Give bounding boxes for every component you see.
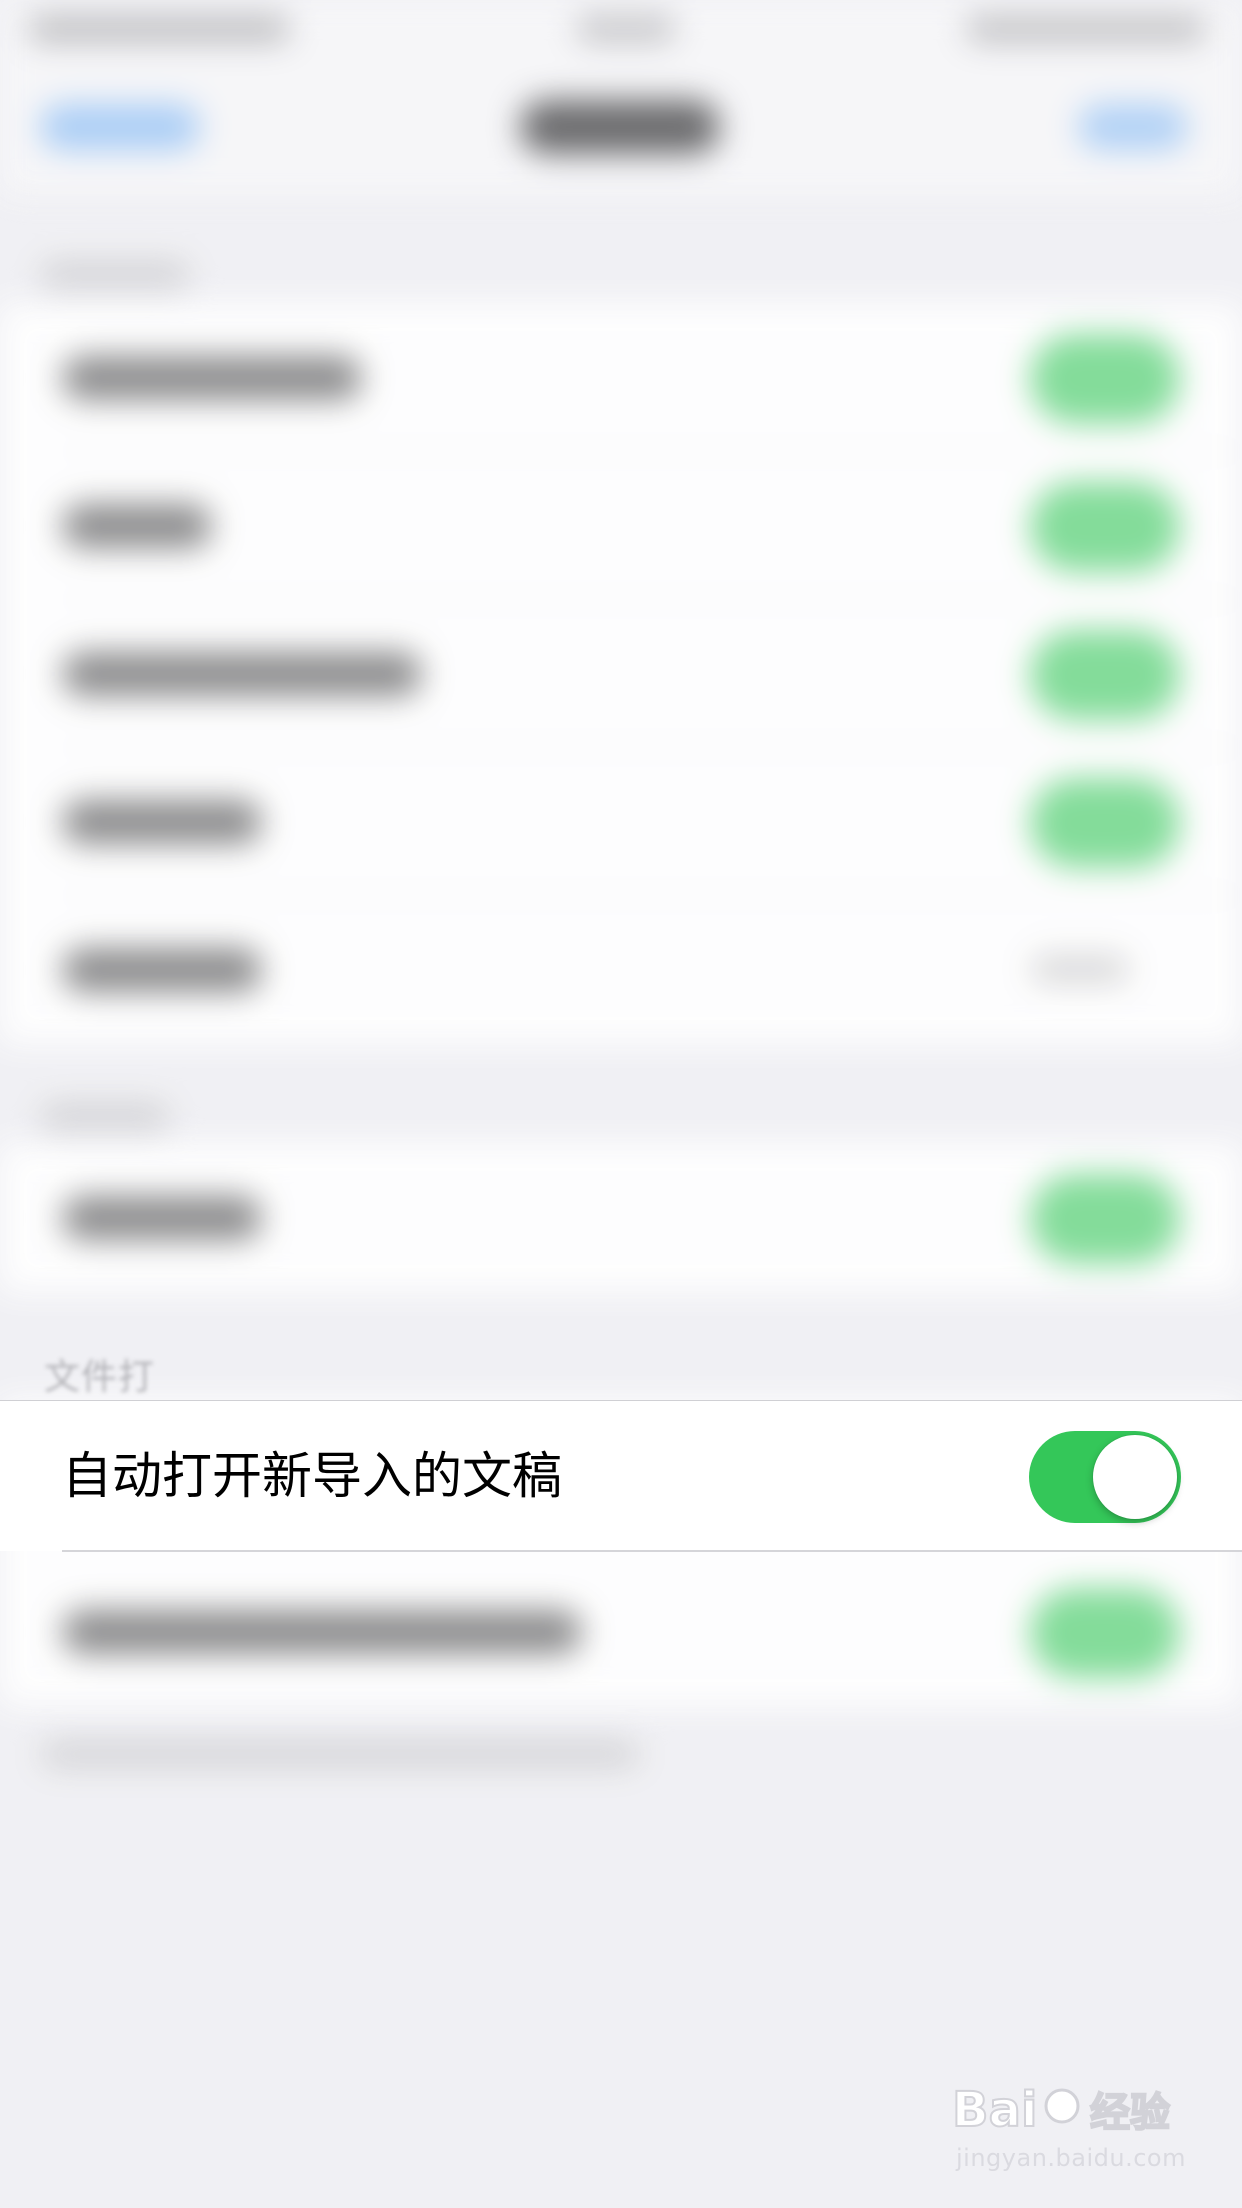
row-label	[62, 948, 262, 992]
status-bar-battery	[966, 16, 1206, 42]
toggle-switch[interactable]	[1030, 1588, 1180, 1678]
watermark-url: jingyan.baidu.com	[956, 2144, 1186, 2172]
done-button[interactable]	[1078, 104, 1188, 150]
section-header	[40, 1104, 170, 1130]
row-label	[62, 652, 422, 696]
settings-row[interactable]	[0, 600, 1242, 748]
settings-row[interactable]	[0, 896, 1242, 1044]
toggle-switch[interactable]	[1030, 482, 1180, 572]
navigation-bar	[0, 60, 1242, 197]
auto-open-imported-label: 自动打开新导入的文稿	[62, 1447, 562, 1505]
section-header-file: 文件打	[44, 1357, 156, 1396]
toggle-knob	[1093, 1435, 1177, 1519]
section-header	[40, 262, 190, 288]
row-label	[62, 1196, 262, 1240]
blurred-background	[0, 0, 1242, 2208]
settings-row[interactable]	[0, 748, 1242, 896]
toggle-switch[interactable]	[1030, 1174, 1180, 1264]
toggle-switch[interactable]	[1030, 630, 1180, 720]
auto-open-imported-row[interactable]: 自动打开新导入的文稿	[0, 1400, 1242, 1552]
section-footnote	[40, 1740, 640, 1768]
nav-title	[520, 100, 720, 154]
row-value	[1030, 954, 1130, 984]
row-label	[62, 1610, 582, 1654]
status-bar-time	[576, 16, 676, 42]
settings-row[interactable]	[0, 1558, 1242, 1706]
toggle-switch[interactable]	[1030, 778, 1180, 868]
status-bar-carrier	[28, 16, 290, 42]
settings-screen: 文件打 自动打开新导入的文稿 Bai 经验 jingyan.baidu.com	[0, 0, 1242, 2208]
row-label	[62, 356, 362, 400]
settings-group-1	[0, 304, 1242, 1044]
row-label	[62, 800, 262, 844]
row-divider	[62, 1550, 1242, 1552]
svg-text:Bai: Bai	[952, 2082, 1037, 2138]
settings-row[interactable]	[0, 1144, 1242, 1292]
back-button[interactable]	[40, 104, 200, 150]
baidu-jingyan-watermark: Bai 经验 jingyan.baidu.com	[950, 2070, 1210, 2180]
svg-text:经验: 经验	[1090, 2090, 1170, 2136]
settings-group-2	[0, 1144, 1242, 1292]
settings-row[interactable]	[0, 452, 1242, 600]
row-label	[62, 504, 212, 548]
baidu-logo-icon: Bai 经验	[951, 2081, 1171, 2139]
status-bar	[0, 0, 1242, 60]
settings-row[interactable]	[0, 304, 1242, 452]
auto-open-imported-toggle[interactable]	[1029, 1431, 1181, 1523]
toggle-switch[interactable]	[1030, 334, 1180, 424]
